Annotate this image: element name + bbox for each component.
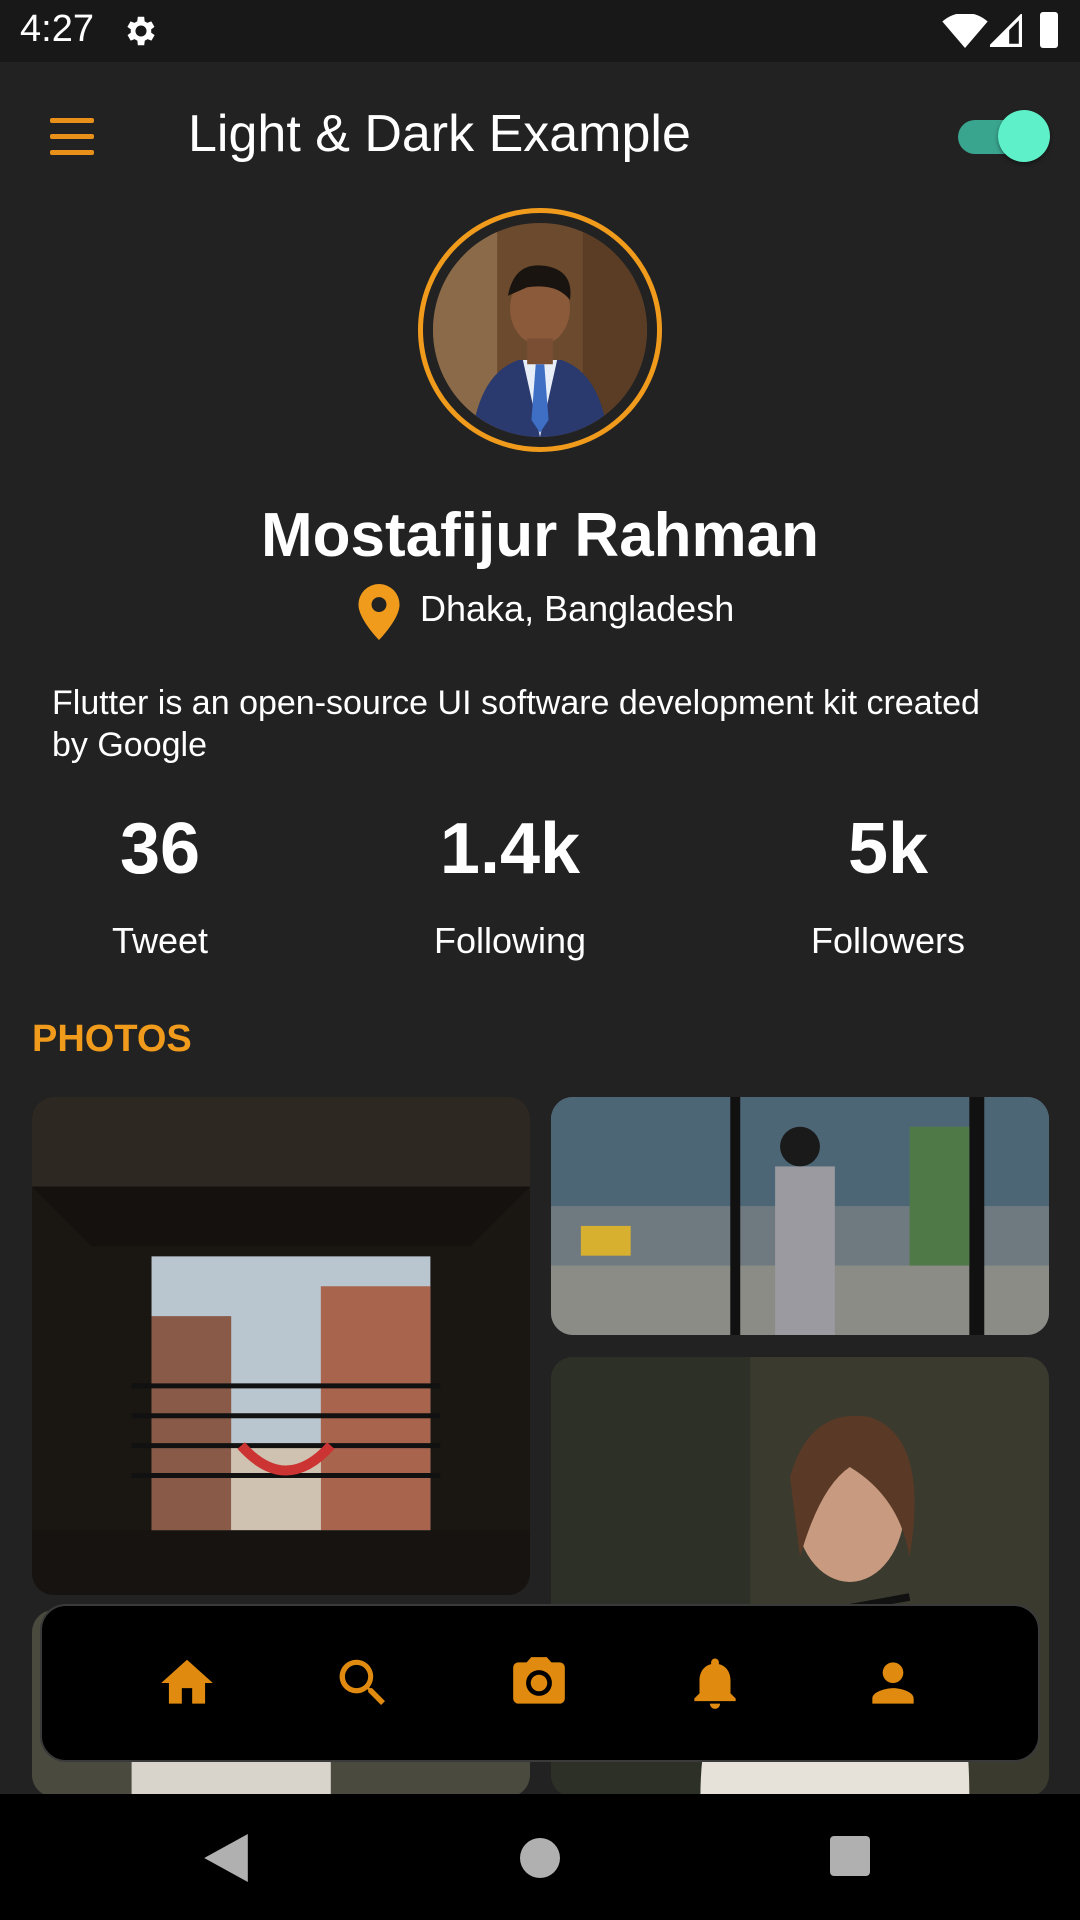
back-icon[interactable] (204, 1834, 248, 1882)
profile-name: Mostafijur Rahman (260, 501, 820, 570)
app-title: Light & Dark Example (188, 105, 691, 163)
status-time: 4:27 (20, 8, 94, 50)
person-icon[interactable] (858, 1652, 928, 1714)
stat-tweet-value: 36 (119, 809, 201, 889)
dark-mode-toggle[interactable] (958, 110, 1054, 162)
stat-followers-label: Followers (810, 920, 966, 961)
photo-tile[interactable] (551, 1097, 1049, 1335)
bio-text: Flutter is an open-source UI software de… (52, 684, 980, 764)
recents-square-icon[interactable] (830, 1836, 870, 1876)
stat-following-label: Following (433, 920, 587, 961)
avatar-photo (433, 223, 647, 437)
home-icon[interactable] (152, 1652, 222, 1714)
camera-icon[interactable] (504, 1652, 574, 1714)
status-bar (0, 0, 1080, 62)
battery-icon (1040, 12, 1058, 48)
wifi-icon (942, 14, 988, 48)
avatar (418, 208, 662, 452)
location-pin-icon (358, 584, 400, 640)
stat-followers-value: 5k (847, 809, 929, 889)
stat-following-value: 1.4k (439, 809, 581, 889)
location-text: Dhaka, Bangladesh (420, 588, 735, 629)
bell-icon[interactable] (680, 1652, 750, 1714)
photos-heading: PHOTOS (32, 1018, 192, 1060)
signal-icon (990, 14, 1022, 47)
stat-tweet-label: Tweet (111, 920, 209, 961)
menu-button[interactable] (44, 114, 104, 160)
settings-gear-icon (127, 16, 155, 46)
search-icon[interactable] (328, 1652, 398, 1714)
home-circle-icon[interactable] (520, 1838, 560, 1878)
photo-tile[interactable] (32, 1097, 530, 1595)
